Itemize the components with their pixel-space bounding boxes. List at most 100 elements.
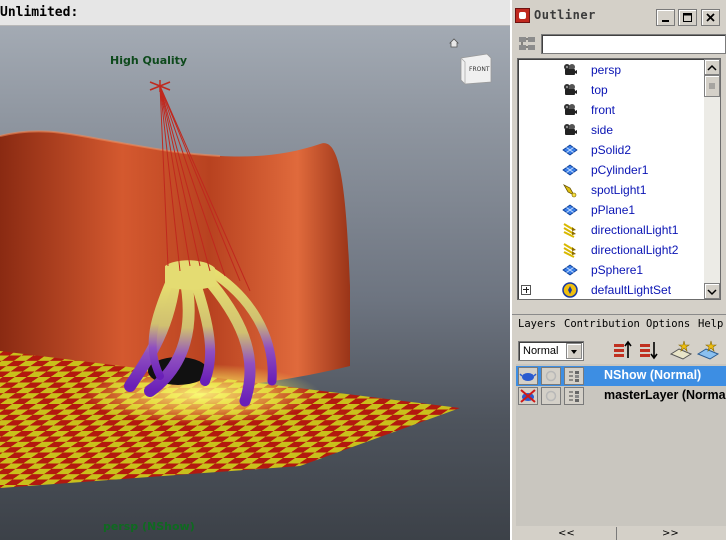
- layer-row-master[interactable]: masterLayer (Normal): [516, 386, 726, 406]
- outliner-item[interactable]: side: [518, 120, 704, 140]
- mesh-icon: [562, 262, 578, 278]
- directional-light-icon: [562, 242, 578, 258]
- outliner-item[interactable]: pSphere1: [518, 260, 704, 280]
- outliner-item[interactable]: defaultLightSet: [518, 280, 704, 299]
- recycle-icon: [545, 390, 557, 402]
- menu-layers[interactable]: Layers: [518, 318, 556, 330]
- maya-app-icon: [515, 8, 530, 23]
- chevron-down-icon: [707, 289, 717, 296]
- dropdown-button[interactable]: [566, 343, 582, 359]
- expand-icon[interactable]: [521, 285, 531, 295]
- outliner-item-label: persp: [591, 63, 622, 77]
- outliner-item-label: pSphere1: [591, 263, 644, 277]
- layers-menubar: Layers Contribution Options Help: [512, 314, 726, 332]
- maximize-icon: [683, 13, 692, 22]
- layer-name: masterLayer (Normal): [604, 388, 726, 402]
- curtain-mesh: [0, 131, 350, 389]
- close-button[interactable]: [701, 9, 720, 26]
- outliner-item[interactable]: pCylinder1: [518, 160, 704, 180]
- render-toggle-button[interactable]: [518, 367, 538, 385]
- outliner-item-label: directionalLight1: [591, 223, 679, 237]
- filter-icon[interactable]: [518, 35, 536, 53]
- scroll-thumb[interactable]: [704, 75, 720, 97]
- close-icon: [706, 13, 715, 22]
- next-layers-button[interactable]: >>: [662, 528, 679, 539]
- menu-help[interactable]: Help: [698, 318, 723, 330]
- outliner-item[interactable]: directionalLight1: [518, 220, 704, 240]
- blend-mode-select[interactable]: Normal: [518, 341, 584, 361]
- outliner-item[interactable]: pPlane1: [518, 200, 704, 220]
- outliner-item[interactable]: pSolid2: [518, 140, 704, 160]
- recycle-toggle-button[interactable]: [541, 367, 561, 385]
- menu-options[interactable]: Options: [646, 318, 690, 330]
- layer-name: NShow (Normal): [604, 368, 702, 382]
- outliner-item[interactable]: directionalLight2: [518, 240, 704, 260]
- outliner-item-label: front: [591, 103, 616, 117]
- mesh-icon: [562, 202, 578, 218]
- hud-quality-label: High Quality: [110, 54, 188, 67]
- settings-icon: [569, 391, 579, 402]
- render-toggle-button[interactable]: [518, 387, 538, 405]
- home-icon[interactable]: [449, 38, 459, 48]
- camera-icon: [562, 122, 578, 138]
- move-layer-down-icon[interactable]: [636, 338, 660, 362]
- outliner-item[interactable]: spotLight1: [518, 180, 704, 200]
- new-layer-from-selected-icon[interactable]: [696, 338, 720, 362]
- outliner-item[interactable]: top: [518, 80, 704, 100]
- mesh-icon: [562, 142, 578, 158]
- chevron-down-icon: [571, 350, 577, 354]
- layer-row-nshow[interactable]: NShow (Normal): [516, 366, 726, 386]
- outliner-list[interactable]: persp top front side pSolid2 pCylinder1 spotLi…: [517, 58, 721, 300]
- outliner-filter-input[interactable]: [541, 34, 726, 54]
- scroll-up-button[interactable]: [704, 59, 720, 75]
- camera-name-label: persp (NShow): [103, 520, 195, 533]
- outliner-item-label: defaultLightSet: [591, 283, 672, 297]
- outliner-item-label: top: [591, 83, 608, 97]
- render-settings-button[interactable]: [564, 387, 584, 405]
- viewport-panel[interactable]: Unlimited: High Quality FRONT persp (NSh…: [0, 0, 510, 540]
- new-empty-layer-icon[interactable]: [669, 338, 693, 362]
- recycle-icon: [545, 370, 557, 382]
- outliner-item-label: directionalLight2: [591, 243, 679, 257]
- outliner-scrollbar[interactable]: [704, 59, 720, 299]
- teapot-icon: [519, 373, 537, 381]
- layer-nav-bar: << >>: [512, 527, 726, 540]
- outliner-titlebar[interactable]: Outliner: [512, 3, 726, 27]
- light-set-icon: [562, 282, 578, 298]
- scroll-down-button[interactable]: [704, 283, 720, 299]
- recycle-toggle-button[interactable]: [541, 387, 561, 405]
- move-layer-up-icon[interactable]: [610, 338, 634, 362]
- status-bar: Unlimited:: [0, 0, 510, 26]
- spot-light-icon: [562, 182, 578, 198]
- teapot-disabled-icon: [520, 389, 536, 403]
- mesh-icon: [562, 162, 578, 178]
- camera-icon: [562, 82, 578, 98]
- outliner-item-label: spotLight1: [591, 183, 647, 197]
- outliner-toolbar: [512, 32, 726, 56]
- layers-toolbar: Normal: [512, 335, 726, 365]
- outliner-title: Outliner: [534, 8, 596, 22]
- camera-icon: [562, 62, 578, 78]
- outliner-item[interactable]: persp: [518, 60, 704, 80]
- outliner-item[interactable]: front: [518, 100, 704, 120]
- menu-contribution[interactable]: Contribution: [564, 318, 640, 330]
- side-panel: Outliner persp top front side pSolid2 pCylind…: [510, 0, 726, 540]
- view-cube[interactable]: FRONT: [457, 50, 493, 86]
- outliner-item-label: pSolid2: [591, 143, 632, 157]
- status-text: Unlimited:: [0, 5, 79, 20]
- minimize-icon: [662, 20, 669, 22]
- render-settings-button[interactable]: [564, 367, 584, 385]
- view-cube-label: FRONT: [469, 66, 490, 73]
- camera-icon: [562, 102, 578, 118]
- outliner-item-label: side: [591, 123, 614, 137]
- outliner-item-label: pCylinder1: [591, 163, 649, 177]
- minimize-button[interactable]: [656, 9, 675, 26]
- render-layer-list[interactable]: NShow (Normal) masterLayer (Normal): [516, 364, 726, 526]
- outliner-item-label: pPlane1: [591, 203, 636, 217]
- grip-icon: [709, 83, 715, 89]
- blend-mode-value: Normal: [523, 345, 559, 357]
- scene-render[interactable]: [0, 26, 510, 540]
- maximize-button[interactable]: [678, 9, 697, 26]
- chevron-up-icon: [707, 64, 717, 71]
- prev-layers-button[interactable]: <<: [558, 528, 575, 539]
